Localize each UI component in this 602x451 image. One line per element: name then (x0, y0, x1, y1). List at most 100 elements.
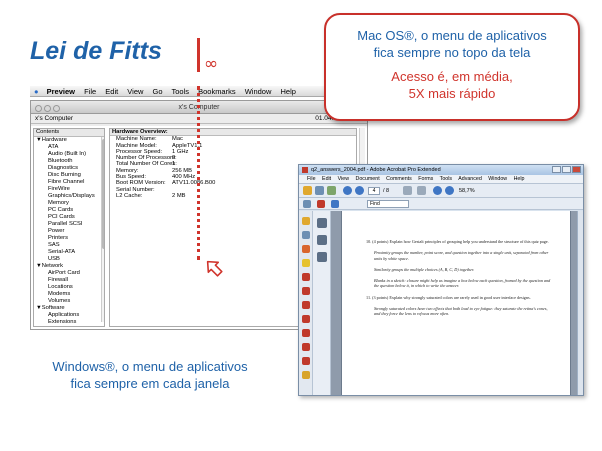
mac-menu-file[interactable]: File (84, 87, 96, 96)
next-page-icon[interactable] (355, 186, 364, 195)
sidebar-item[interactable]: Memory (34, 200, 104, 207)
sidebar-item[interactable]: Locations (34, 284, 104, 291)
sidebar-item[interactable]: Audio (Built In) (34, 151, 104, 158)
save-icon[interactable] (303, 200, 311, 208)
sidebar-item[interactable]: FireWire (34, 186, 104, 193)
sidebar-item[interactable]: Modems (34, 291, 104, 298)
sidebar-item[interactable]: PC Cards (34, 207, 104, 214)
attach-tool-icon[interactable] (301, 371, 310, 379)
overview-value: ATV11.0086.B00 (172, 180, 216, 187)
win-menu-forms[interactable]: Forms (418, 176, 433, 182)
win-secondary-toolbar: Find (299, 198, 583, 210)
mac-menu-help[interactable]: Help (280, 87, 295, 96)
sidebar-item[interactable]: Power (34, 228, 104, 235)
zoom-out-icon[interactable] (433, 186, 442, 195)
zoom-level[interactable]: 58,7% (459, 184, 475, 198)
mac-menu-bookmarks[interactable]: Bookmarks (198, 87, 236, 96)
previous-page-icon[interactable] (343, 186, 352, 195)
sidebar-item[interactable]: AirPort Card (34, 270, 104, 277)
sidebar-item[interactable]: Applications (34, 312, 104, 319)
mac-menu-go[interactable]: Go (153, 87, 163, 96)
sidebar-list: ▼Hardware ATA Audio (Built In) Bluetooth Dia… (34, 137, 104, 327)
sidebar-item[interactable]: Parallel SCSI (34, 221, 104, 228)
zoom-tool-icon[interactable] (417, 186, 426, 195)
sidebar-scrollbar[interactable] (101, 137, 104, 322)
win-titlebar[interactable]: q2_answers_2004.pdf - Adobe Acrobat Pro … (299, 165, 583, 175)
sidebar-item[interactable]: Volumes (34, 298, 104, 305)
mac-menu-preview[interactable]: Preview (47, 87, 75, 96)
shape-tool-icon[interactable] (301, 287, 310, 295)
pencil-tool-icon[interactable] (301, 273, 310, 281)
pointer-cursor-icon (206, 260, 223, 277)
overview-value: 2 MB (172, 192, 186, 199)
win-navigation-panel (313, 211, 331, 395)
pdf-page: 10. (4 points) Explain how Gestalt princ… (341, 211, 571, 395)
highlight-tool-icon[interactable] (301, 259, 310, 267)
sidebar-group[interactable]: ▼Hardware (34, 137, 104, 144)
sidebar-item[interactable]: Disc Burning (34, 172, 104, 179)
win-menu-window[interactable]: Window (488, 176, 507, 182)
mac-menu-window[interactable]: Window (245, 87, 272, 96)
sidebar-item[interactable]: Diagnostics (34, 165, 104, 172)
note-tool-icon[interactable] (301, 217, 310, 225)
attachments-panel-icon[interactable] (316, 252, 327, 262)
text-tool-icon[interactable] (301, 231, 310, 239)
bookmarks-panel-icon[interactable] (316, 235, 327, 245)
maximize-icon[interactable] (562, 166, 571, 173)
create-pdf-icon[interactable] (303, 186, 312, 195)
win-menu-document[interactable]: Document (356, 176, 380, 182)
win-menu-help[interactable]: Help (514, 176, 525, 182)
find-input[interactable]: Find (367, 200, 409, 208)
win-tools-rail (299, 211, 313, 395)
mac-menu-edit[interactable]: Edit (105, 87, 118, 96)
document-scrollbar[interactable] (577, 211, 583, 395)
sidebar-item[interactable]: Serial-ATA (34, 249, 104, 256)
win-menu-tools[interactable]: Tools (440, 176, 452, 182)
sign-icon[interactable] (317, 200, 325, 208)
distance-dotted-line (197, 86, 200, 260)
minimize-icon[interactable] (552, 166, 561, 173)
rectangle-tool-icon[interactable] (301, 343, 310, 351)
win-menu-advanced[interactable]: Advanced (458, 176, 482, 182)
sidebar-item[interactable]: Fibre Channel (34, 179, 104, 186)
sidebar-item[interactable]: Fonts (34, 326, 104, 327)
stamp-tool-icon[interactable] (301, 245, 310, 253)
oval-tool-icon[interactable] (301, 301, 310, 309)
sidebar-item[interactable]: Bluetooth (34, 158, 104, 165)
sidebar-item[interactable]: USB (34, 256, 104, 263)
close-icon[interactable] (572, 166, 581, 173)
zoom-in-icon[interactable] (445, 186, 454, 195)
win-menu-view[interactable]: View (338, 176, 349, 182)
line-tool-icon[interactable] (301, 315, 310, 323)
apple-logo-icon[interactable]: ● (34, 87, 39, 96)
win-menu-comments[interactable]: Comments (386, 176, 412, 182)
window-controls (551, 166, 581, 177)
pages-panel-icon[interactable] (316, 218, 327, 228)
sidebar-item[interactable]: PCI Cards (34, 214, 104, 221)
mac-contents-sidebar[interactable]: Contents ▼Hardware ATA Audio (Built In) Blu… (33, 128, 105, 327)
print-icon[interactable] (315, 186, 324, 195)
page-number-field[interactable]: 4 (368, 187, 380, 195)
callout-line-4: 5X mais rápido (408, 86, 496, 101)
sidebar-item[interactable]: SAS (34, 242, 104, 249)
slide-title: Lei de Fitts (30, 37, 162, 65)
mac-menu-view[interactable]: View (127, 87, 143, 96)
caption-line-1: Windows®, o menu de aplicativos (52, 359, 248, 374)
arrow-tool-icon[interactable] (301, 329, 310, 337)
comment-icon[interactable] (331, 200, 339, 208)
acrobat-app-icon (302, 167, 308, 173)
sidebar-item[interactable]: ATA (34, 144, 104, 151)
sidebar-item[interactable]: Extensions (34, 319, 104, 326)
hand-tool-icon[interactable] (403, 186, 412, 195)
cloud-tool-icon[interactable] (301, 357, 310, 365)
win-menu-edit[interactable]: Edit (322, 176, 331, 182)
sidebar-group[interactable]: ▼Network (34, 263, 104, 270)
sidebar-group[interactable]: ▼Software (34, 305, 104, 312)
win-menu-file[interactable]: File (307, 176, 316, 182)
email-icon[interactable] (327, 186, 336, 195)
sidebar-item[interactable]: Firewall (34, 277, 104, 284)
sidebar-item[interactable]: Graphics/Displays (34, 193, 104, 200)
mac-menu-tools[interactable]: Tools (171, 87, 189, 96)
sidebar-item[interactable]: Printers (34, 235, 104, 242)
win-main-toolbar: 4 / 8 58,7% (299, 184, 583, 198)
